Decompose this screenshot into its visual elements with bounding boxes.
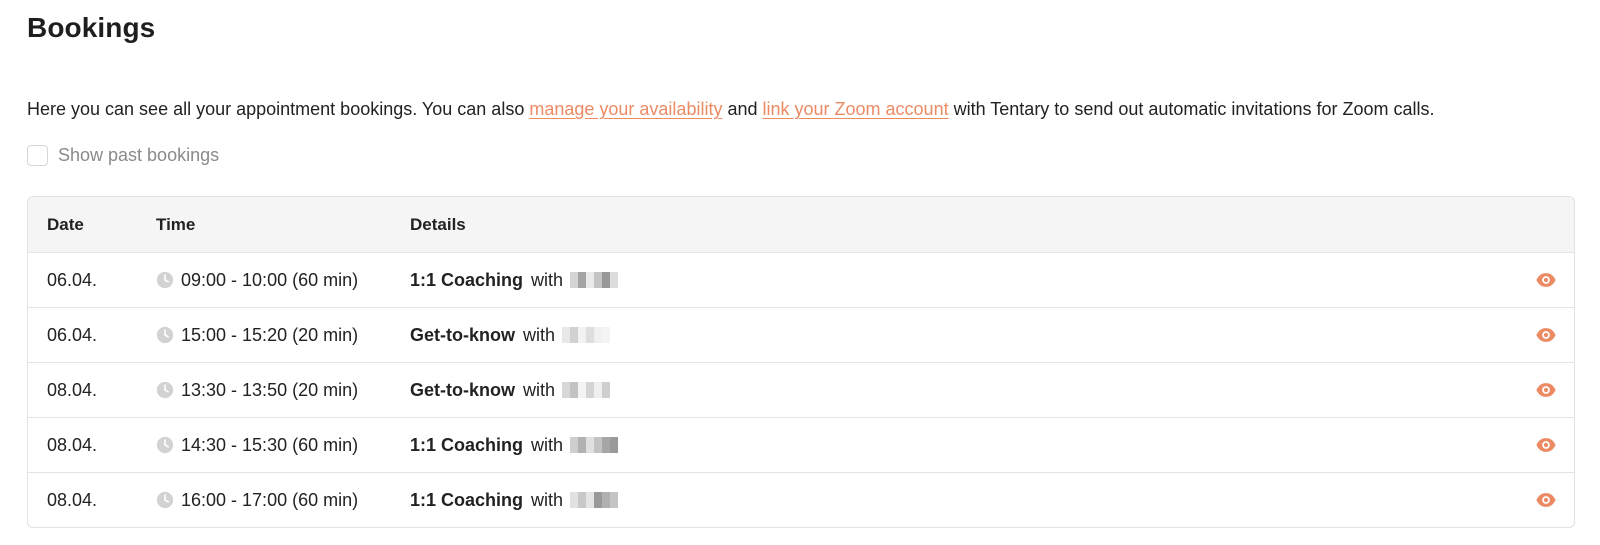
link-zoom-account-link[interactable]: link your Zoom account — [763, 99, 949, 119]
booking-with-label: with — [523, 379, 556, 400]
manage-availability-link[interactable]: manage your availability — [529, 99, 722, 119]
column-header-date: Date — [47, 214, 84, 234]
view-booking-button[interactable] — [1535, 269, 1557, 291]
redacted-client-name — [570, 272, 619, 288]
clock-icon — [156, 326, 174, 344]
table-row: 08.04. 16:00 - 17:00 (60 min) 1:1 Coachi… — [28, 472, 1574, 527]
clock-icon — [156, 436, 174, 454]
booking-with-label: with — [531, 434, 564, 455]
booking-date: 08.04. — [47, 379, 98, 400]
eye-icon — [1536, 273, 1556, 287]
show-past-bookings-label: Show past bookings — [58, 145, 220, 165]
eye-icon — [1536, 383, 1556, 397]
booking-details: 1:1 Coaching with — [410, 490, 1574, 511]
booking-date: 06.04. — [47, 269, 98, 290]
booking-with-label: with — [531, 489, 564, 510]
redacted-client-name — [570, 437, 619, 453]
booking-details: 1:1 Coaching with — [410, 270, 1574, 291]
booking-time: 13:30 - 13:50 (20 min) — [156, 380, 410, 401]
booking-time-text: 15:00 - 15:20 (20 min) — [181, 324, 359, 345]
booking-date: 08.04. — [47, 489, 98, 510]
table-row: 06.04. 15:00 - 15:20 (20 min) Get-to-kno… — [28, 307, 1574, 362]
intro-text-middle: and — [722, 99, 763, 119]
booking-details: 1:1 Coaching with — [410, 435, 1574, 456]
table-header-row: Date Time Details — [28, 197, 1574, 252]
intro-text: Here you can see all your appointment bo… — [27, 98, 1435, 120]
booking-type: 1:1 Coaching — [410, 434, 524, 455]
booking-with-label: with — [531, 269, 564, 290]
view-booking-button[interactable] — [1535, 434, 1557, 456]
column-header-time: Time — [156, 214, 196, 234]
table-row: 08.04. 14:30 - 15:30 (60 min) 1:1 Coachi… — [28, 417, 1574, 472]
intro-text-after: with Tentary to send out automatic invit… — [948, 99, 1435, 119]
booking-type: Get-to-know — [410, 379, 515, 400]
table-row: 08.04. 13:30 - 13:50 (20 min) Get-to-kno… — [28, 362, 1574, 417]
table-row: 06.04. 09:00 - 10:00 (60 min) 1:1 Coachi… — [28, 252, 1574, 307]
booking-type: 1:1 Coaching — [410, 489, 524, 510]
view-booking-button[interactable] — [1535, 324, 1557, 346]
booking-with-label: with — [523, 324, 556, 345]
clock-icon — [156, 491, 174, 509]
booking-type: 1:1 Coaching — [410, 269, 524, 290]
redacted-client-name — [562, 327, 611, 343]
booking-details: Get-to-know with — [410, 380, 1574, 401]
view-booking-button[interactable] — [1535, 489, 1557, 511]
booking-time: 15:00 - 15:20 (20 min) — [156, 325, 410, 346]
booking-time-text: 16:00 - 17:00 (60 min) — [181, 489, 359, 510]
clock-icon — [156, 381, 174, 399]
show-past-bookings-checkbox[interactable] — [27, 145, 48, 166]
booking-time-text: 09:00 - 10:00 (60 min) — [181, 269, 359, 290]
booking-date: 06.04. — [47, 324, 98, 345]
booking-time: 09:00 - 10:00 (60 min) — [156, 270, 410, 291]
booking-details: Get-to-know with — [410, 325, 1574, 346]
booking-time: 14:30 - 15:30 (60 min) — [156, 435, 410, 456]
show-past-bookings-toggle[interactable]: Show past bookings — [27, 145, 219, 166]
booking-time-text: 13:30 - 13:50 (20 min) — [181, 379, 359, 400]
intro-text-before: Here you can see all your appointment bo… — [27, 99, 530, 119]
bookings-table: Date Time Details 06.04. 09:00 - 10:00 (… — [27, 196, 1575, 528]
booking-date: 08.04. — [47, 434, 98, 455]
eye-icon — [1536, 493, 1556, 507]
eye-icon — [1536, 328, 1556, 342]
booking-time-text: 14:30 - 15:30 (60 min) — [181, 434, 359, 455]
view-booking-button[interactable] — [1535, 379, 1557, 401]
eye-icon — [1536, 438, 1556, 452]
redacted-client-name — [570, 492, 619, 508]
booking-time: 16:00 - 17:00 (60 min) — [156, 490, 410, 511]
clock-icon — [156, 271, 174, 289]
page-title: Bookings — [27, 12, 156, 43]
column-header-details: Details — [410, 214, 466, 234]
redacted-client-name — [562, 382, 611, 398]
booking-type: Get-to-know — [410, 324, 515, 345]
